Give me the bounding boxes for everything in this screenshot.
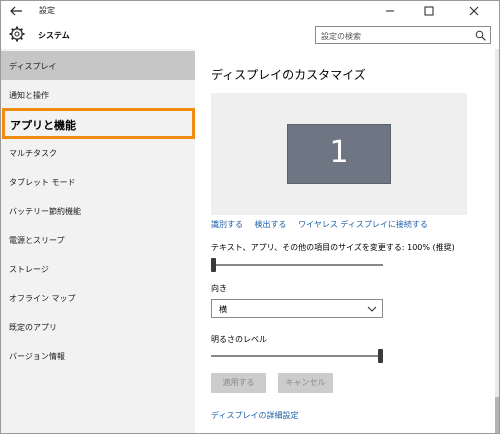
identify-link[interactable]: 識別する (211, 220, 243, 229)
sidebar-item-battery-saver[interactable]: バッテリー節約機能 (1, 196, 195, 225)
sidebar-item-label: 通知と操作 (9, 91, 49, 100)
sidebar-item-label: ディスプレイ (9, 62, 57, 71)
cancel-button[interactable]: キャンセル (278, 373, 333, 393)
sidebar: ディスプレイ 通知と操作 アプリと機能 マルチタスク タブレット モード バッテ… (1, 49, 195, 433)
wireless-display-link[interactable]: ワイヤレス ディスプレイに接続する (298, 220, 428, 229)
settings-window: 設定 システム 設定の検索 ディスプレイ 通知と操作 アプリと機能 マルチタスク… (0, 0, 500, 434)
scale-slider[interactable] (211, 258, 383, 272)
title-bar: 設定 (1, 1, 499, 21)
orientation-label: 向き (211, 284, 227, 293)
sidebar-item-label: オフライン マップ (9, 294, 76, 303)
sidebar-item-label: 既定のアプリ (9, 323, 57, 332)
chevron-down-icon (367, 306, 377, 312)
scrollbar-thumb[interactable] (495, 397, 499, 433)
display-links: 識別する 検出する ワイヤレス ディスプレイに接続する (211, 219, 437, 230)
slider-thumb[interactable] (378, 349, 383, 363)
sidebar-item-notifications[interactable]: 通知と操作 (1, 80, 195, 109)
sidebar-item-label: バッテリー節約機能 (9, 207, 81, 216)
minimize-icon[interactable] (375, 1, 405, 21)
slider-track (211, 355, 383, 357)
display-preview: 1 (211, 93, 467, 215)
sidebar-item-default-apps[interactable]: 既定のアプリ (1, 312, 195, 341)
monitor-tile[interactable]: 1 (287, 124, 391, 184)
search-placeholder: 設定の検索 (321, 32, 361, 41)
sidebar-item-label: アプリと機能 (10, 119, 76, 132)
orientation-value: 横 (219, 305, 227, 314)
sidebar-item-tablet-mode[interactable]: タブレット モード (1, 167, 195, 196)
app-header: システム 設定の検索 (1, 21, 499, 49)
sidebar-item-offline-maps[interactable]: オフライン マップ (1, 283, 195, 312)
sidebar-item-power-sleep[interactable]: 電源とスリープ (1, 225, 195, 254)
advanced-display-settings-link[interactable]: ディスプレイの詳細設定 (211, 410, 298, 421)
gear-icon (9, 26, 25, 42)
sidebar-item-apps-features[interactable]: アプリと機能 (2, 108, 195, 139)
brightness-slider[interactable] (211, 349, 383, 363)
slider-thumb[interactable] (211, 258, 216, 272)
main-content: ディスプレイのカスタマイズ 1 識別する 検出する ワイヤレス ディスプレイに接… (196, 49, 499, 433)
sidebar-item-label: バージョン情報 (9, 352, 65, 361)
scrollbar[interactable] (495, 49, 499, 433)
window-title: 設定 (39, 6, 55, 15)
sidebar-item-label: ストレージ (9, 265, 49, 274)
sidebar-item-display[interactable]: ディスプレイ (1, 51, 195, 80)
monitor-number: 1 (329, 135, 349, 170)
search-icon[interactable] (475, 30, 486, 41)
sidebar-item-multitasking[interactable]: マルチタスク (1, 138, 195, 167)
maximize-icon[interactable] (414, 1, 444, 21)
sidebar-item-label: タブレット モード (9, 178, 76, 187)
sidebar-item-label: 電源とスリープ (9, 236, 65, 245)
page-title: ディスプレイのカスタマイズ (211, 68, 366, 82)
slider-track (211, 264, 383, 266)
sidebar-item-storage[interactable]: ストレージ (1, 254, 195, 283)
apply-button[interactable]: 適用する (211, 373, 266, 393)
sidebar-item-about[interactable]: バージョン情報 (1, 341, 195, 370)
brightness-label: 明るさのレベル (211, 335, 267, 344)
detect-link[interactable]: 検出する (255, 220, 287, 229)
back-arrow-icon[interactable] (7, 3, 25, 19)
orientation-dropdown[interactable]: 横 (211, 299, 383, 318)
close-icon[interactable] (459, 1, 489, 21)
search-input[interactable]: 設定の検索 (315, 26, 491, 44)
app-title: システム (38, 31, 70, 40)
scale-label: テキスト、アプリ、その他の項目のサイズを変更する: 100% (推奨) (211, 243, 455, 252)
sidebar-item-label: マルチタスク (9, 149, 57, 158)
